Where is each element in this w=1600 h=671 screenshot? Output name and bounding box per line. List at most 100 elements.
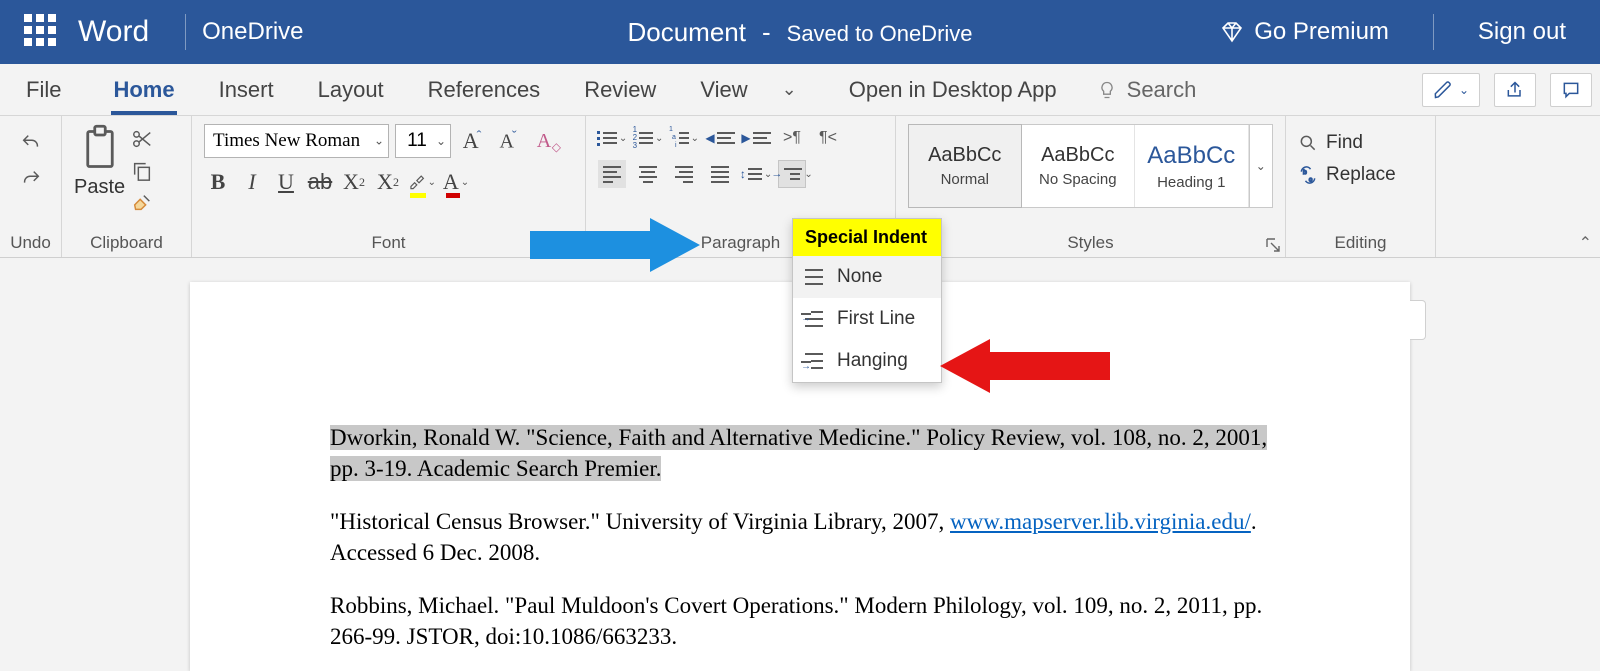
open-in-desktop-button[interactable]: Open in Desktop App xyxy=(849,77,1057,103)
copy-button[interactable] xyxy=(131,160,153,182)
group-editing: Find bc Replace Editing xyxy=(1286,116,1436,257)
undo-button[interactable] xyxy=(20,132,42,154)
redo-button[interactable] xyxy=(20,168,42,190)
font-size-select[interactable]: 11 ⌄ xyxy=(395,124,451,158)
svg-text:b: b xyxy=(1303,169,1307,176)
clear-formatting-button[interactable]: A◇ xyxy=(529,130,559,153)
tab-layout[interactable]: Layout xyxy=(296,64,406,115)
indent-first-line-icon: → xyxy=(805,311,825,327)
app-name[interactable]: Word xyxy=(78,15,149,49)
decrease-indent-button[interactable]: ◀ xyxy=(706,124,734,152)
redo-icon xyxy=(20,167,42,191)
style-normal[interactable]: AaBbCc Normal xyxy=(908,124,1022,208)
line-spacing-button[interactable]: ↕⌄ xyxy=(742,160,770,188)
selected-text-line-2: pp. 3-19. Academic Search Premier. xyxy=(330,456,661,481)
style-heading-1[interactable]: AaBbCc Heading 1 xyxy=(1135,125,1249,207)
rtl-button[interactable]: ¶< xyxy=(814,124,842,152)
superscript-button[interactable]: X2 xyxy=(374,168,402,196)
editing-mode-button[interactable]: ⌄ xyxy=(1422,73,1480,107)
tab-insert[interactable]: Insert xyxy=(197,64,296,115)
font-size-value: 11 xyxy=(407,130,427,152)
group-font: Times New Roman⌄ 11⌄ A A A◇ B I U ab X2 … xyxy=(192,116,586,257)
location-label[interactable]: OneDrive xyxy=(202,18,303,46)
subscript-button[interactable]: X2 xyxy=(340,168,368,196)
replace-button[interactable]: bc Replace xyxy=(1298,164,1423,186)
replace-icon: bc xyxy=(1298,165,1318,185)
special-indent-button[interactable]: →⌄ xyxy=(778,160,806,188)
multilevel-list-button[interactable]: 1ai⌄ xyxy=(670,124,698,152)
paragraph-1[interactable]: Dworkin, Ronald W. "Science, Faith and A… xyxy=(330,422,1280,484)
selected-text-line-1: Dworkin, Ronald W. "Science, Faith and A… xyxy=(330,425,1267,450)
tab-review[interactable]: Review xyxy=(562,64,678,115)
style-name: Heading 1 xyxy=(1157,174,1225,191)
find-button[interactable]: Find xyxy=(1298,132,1423,154)
separator xyxy=(185,14,186,50)
highlighter-icon xyxy=(408,172,426,192)
shrink-font-button[interactable]: A xyxy=(493,129,523,154)
font-name-select[interactable]: Times New Roman⌄ xyxy=(204,124,389,158)
comment-icon xyxy=(1561,80,1581,100)
title-center: Document - Saved to OneDrive xyxy=(627,17,972,48)
increase-indent-button[interactable]: ▶ xyxy=(742,124,770,152)
comments-button[interactable] xyxy=(1550,73,1592,107)
tab-file[interactable]: File xyxy=(20,64,91,115)
style-no-spacing[interactable]: AaBbCc No Spacing xyxy=(1022,125,1136,207)
hyperlink[interactable]: www.mapserver.lib.virginia.edu/ xyxy=(950,509,1251,534)
chevron-down-icon: ⌄ xyxy=(1459,83,1469,97)
share-button[interactable] xyxy=(1494,73,1536,107)
group-label-undo: Undo xyxy=(10,233,51,253)
tab-references[interactable]: References xyxy=(406,64,563,115)
dropdown-item-hanging[interactable]: → Hanging xyxy=(793,340,941,382)
grow-font-button[interactable]: A xyxy=(457,128,487,154)
clipboard-icon xyxy=(79,124,121,174)
dropdown-item-first-line[interactable]: → First Line xyxy=(793,298,941,340)
style-sample: AaBbCc xyxy=(1041,144,1114,167)
chevron-down-icon: ⌄ xyxy=(619,133,627,144)
font-name-value: Times New Roman xyxy=(213,130,360,152)
bullets-button[interactable]: ⌄ xyxy=(598,124,626,152)
chevron-down-icon: ⌄ xyxy=(436,134,446,148)
tab-view[interactable]: View xyxy=(678,64,769,115)
highlight-button[interactable]: ⌄ xyxy=(408,168,436,196)
group-label-styles: Styles xyxy=(908,233,1273,253)
format-painter-button[interactable] xyxy=(131,192,153,214)
font-color-button[interactable]: A⌄ xyxy=(442,168,470,196)
go-premium-button[interactable]: Go Premium xyxy=(1220,18,1389,46)
styles-scroll-button[interactable]: ⌄ xyxy=(1249,125,1273,207)
align-left-button[interactable] xyxy=(598,160,626,188)
separator xyxy=(1433,14,1434,50)
style-sample: AaBbCc xyxy=(1147,142,1235,170)
tabs-overflow-icon[interactable]: ⌄ xyxy=(770,79,809,100)
indent-none-icon xyxy=(805,269,825,285)
style-name: Normal xyxy=(941,171,989,188)
ltr-button[interactable]: >¶ xyxy=(778,124,806,152)
dropdown-header: Special Indent xyxy=(793,219,941,256)
paste-button[interactable]: Paste xyxy=(74,124,125,199)
chevron-down-icon: ⌄ xyxy=(804,169,812,180)
italic-button[interactable]: I xyxy=(238,168,266,196)
strikethrough-button[interactable]: ab xyxy=(306,168,334,196)
collapse-ribbon-button[interactable]: ⌃ xyxy=(1579,233,1592,253)
p2-text-a: "Historical Census Browser." University … xyxy=(330,509,950,534)
sign-out-button[interactable]: Sign out xyxy=(1478,18,1566,46)
page-side-tab[interactable] xyxy=(1410,300,1426,340)
search-placeholder: Search xyxy=(1127,77,1197,103)
copy-icon xyxy=(131,160,153,182)
align-right-button[interactable] xyxy=(670,160,698,188)
search-box[interactable]: Search xyxy=(1097,77,1197,103)
tab-home[interactable]: Home xyxy=(91,64,196,115)
numbering-button[interactable]: 123⌄ xyxy=(634,124,662,152)
cut-button[interactable] xyxy=(131,128,153,150)
underline-button[interactable]: U xyxy=(272,168,300,196)
bold-button[interactable]: B xyxy=(204,168,232,196)
paragraph-3[interactable]: Robbins, Michael. "Paul Muldoon's Covert… xyxy=(330,590,1280,652)
dropdown-item-none[interactable]: None xyxy=(793,256,941,298)
dialog-launcher-icon[interactable] xyxy=(1265,237,1281,253)
group-styles: AaBbCc Normal AaBbCc No Spacing AaBbCc H… xyxy=(896,116,1286,257)
group-clipboard: Paste Clipboard xyxy=(62,116,192,257)
justify-button[interactable] xyxy=(706,160,734,188)
document-name[interactable]: Document xyxy=(627,17,746,48)
paragraph-2[interactable]: "Historical Census Browser." University … xyxy=(330,506,1280,568)
align-center-button[interactable] xyxy=(634,160,662,188)
app-launcher-icon[interactable] xyxy=(24,14,60,50)
